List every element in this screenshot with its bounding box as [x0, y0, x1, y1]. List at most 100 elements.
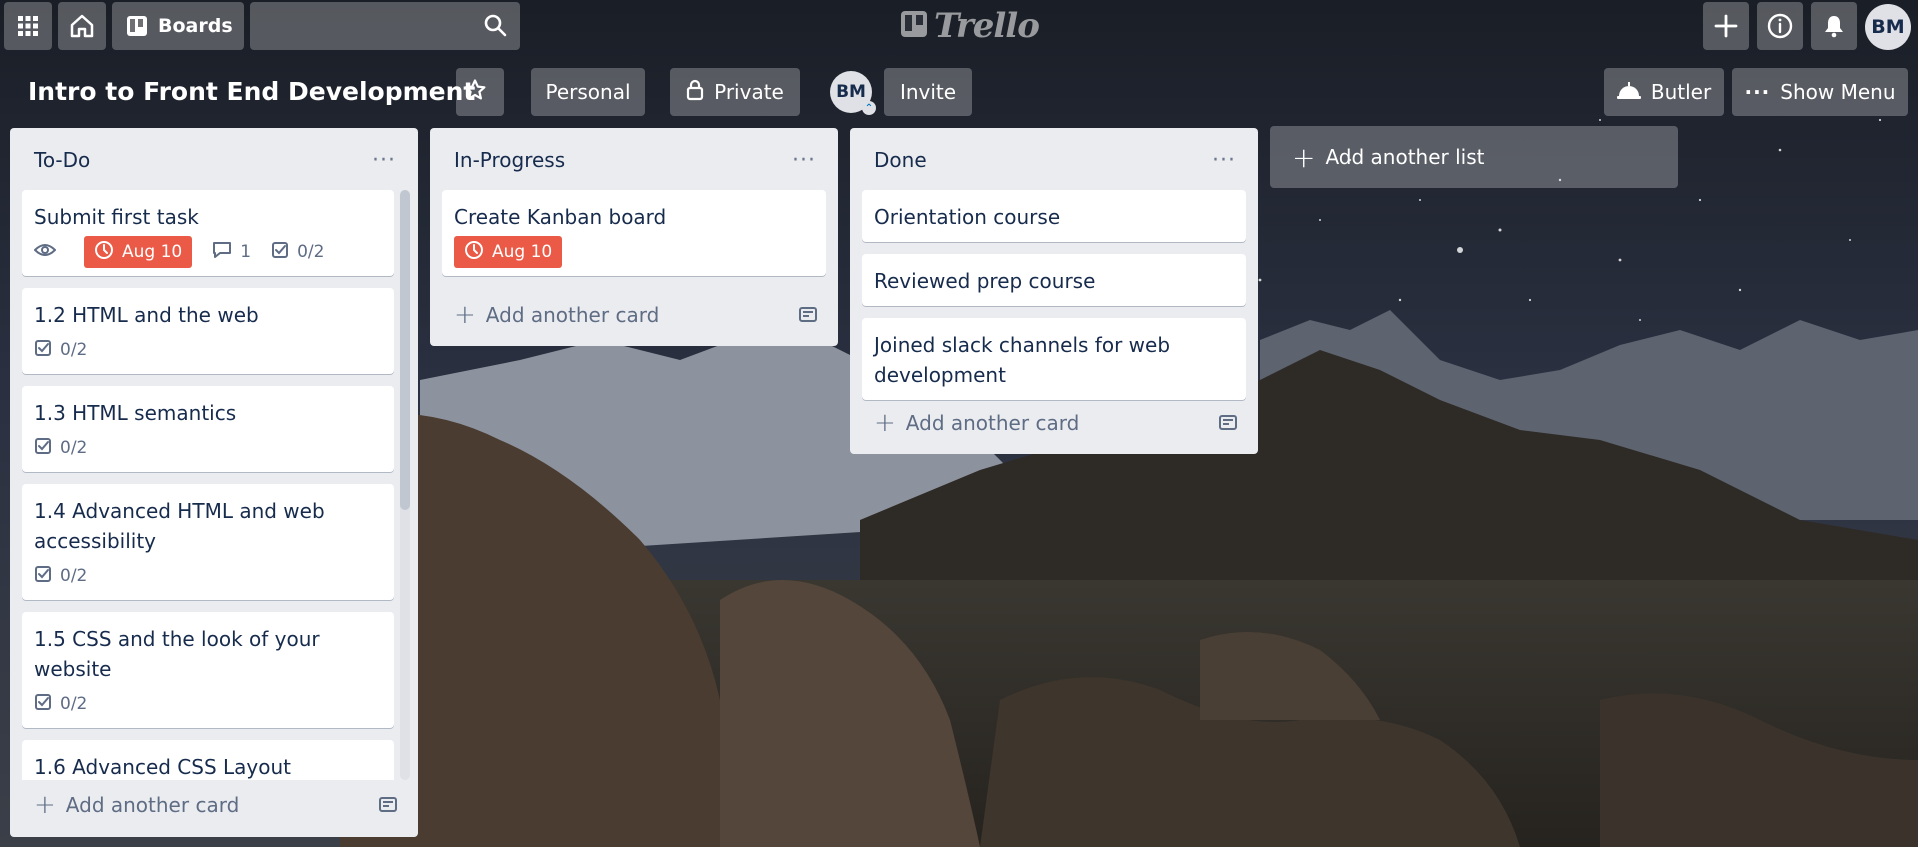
card[interactable]: Reviewed prep course: [862, 254, 1246, 306]
list-in-progress: In-Progress ··· Create Kanban board Aug …: [430, 128, 838, 346]
add-card-label: Add another card: [485, 303, 660, 327]
home-icon: [69, 13, 95, 39]
card-badges: 0/2: [34, 560, 382, 592]
admin-chevron-icon: ⌃: [862, 101, 876, 115]
boards-label: Boards: [158, 15, 233, 37]
trello-logo[interactable]: Trello: [900, 6, 1040, 46]
card[interactable]: 1.2 HTML and the web 0/2: [22, 288, 394, 374]
user-avatar[interactable]: BM: [1865, 4, 1911, 50]
card-title: Joined slack channels for web developmen…: [874, 333, 1171, 387]
bell-icon: [1822, 14, 1846, 38]
card-badges: 0/2: [34, 432, 382, 464]
top-nav-bar: Boards Trello BM: [0, 0, 1918, 52]
butler-icon: [1616, 80, 1651, 105]
list-title[interactable]: To-Do: [34, 148, 90, 172]
add-card-button[interactable]: + Add another card: [862, 402, 1246, 444]
due-date-badge[interactable]: Aug 10: [84, 236, 193, 268]
board-member-avatar[interactable]: BM ⌃: [830, 71, 876, 115]
card[interactable]: 1.3 HTML semantics 0/2: [22, 386, 394, 472]
comment-icon: [212, 241, 240, 264]
home-button[interactable]: [58, 2, 106, 50]
card[interactable]: Submit first task Aug 10 1 0/2: [22, 190, 394, 276]
apps-grid-button[interactable]: [4, 2, 52, 50]
boards-button[interactable]: Boards: [112, 2, 244, 50]
list-title[interactable]: Done: [874, 148, 927, 172]
card-template-icon[interactable]: [798, 304, 818, 329]
scrollbar-thumb[interactable]: [400, 190, 410, 510]
boards-icon: [126, 15, 148, 37]
list-todo: To-Do ··· Submit first task Aug 10 1 0/2…: [10, 128, 418, 837]
add-list-button[interactable]: + Add another list: [1270, 126, 1678, 188]
comments-badge: 1: [212, 241, 251, 264]
privacy-label: Private: [714, 80, 784, 104]
privacy-button[interactable]: Private: [670, 68, 800, 116]
card-badges: 0/2: [34, 688, 382, 720]
board-title[interactable]: Intro to Front End Development: [28, 77, 475, 106]
card[interactable]: Create Kanban board Aug 10: [442, 190, 826, 276]
list-header: In-Progress ···: [430, 128, 838, 190]
card-template-icon[interactable]: [1218, 412, 1238, 437]
card[interactable]: Joined slack channels for web developmen…: [862, 318, 1246, 400]
dots-icon: ···: [792, 147, 816, 173]
watching-badge: [33, 242, 64, 263]
card-title: Submit first task: [34, 205, 199, 229]
card-title: 1.6 Advanced CSS Layout: [34, 755, 292, 779]
due-date-badge[interactable]: Aug 10: [454, 236, 563, 268]
list-menu-button[interactable]: ···: [1208, 144, 1240, 176]
add-card-button[interactable]: + Add another card: [22, 784, 406, 826]
list-header: Done ···: [850, 128, 1258, 190]
checklist-count: 0/2: [60, 566, 88, 586]
card-template-icon[interactable]: [378, 794, 398, 819]
apps-grid-icon: [17, 15, 39, 37]
checklist-count: 0/2: [60, 438, 88, 458]
star-board-button[interactable]: [456, 68, 504, 116]
add-card-button[interactable]: + Add another card: [442, 294, 826, 336]
checklist-icon: [34, 693, 60, 716]
butler-button[interactable]: Butler: [1604, 68, 1724, 116]
plus-icon: +: [874, 408, 896, 438]
checklist-count: 0/2: [60, 340, 88, 360]
plus-icon: +: [1292, 140, 1316, 174]
checklist-count: 0/2: [297, 242, 325, 262]
add-list-label: Add another list: [1325, 145, 1485, 169]
card[interactable]: 1.5 CSS and the look of your website 0/2: [22, 612, 394, 728]
list-title[interactable]: In-Progress: [454, 148, 565, 172]
card-title: 1.5 CSS and the look of your website: [34, 627, 320, 681]
card-title: Orientation course: [874, 205, 1061, 229]
search-button[interactable]: [480, 12, 510, 42]
lock-icon: [686, 79, 714, 106]
add-card-label: Add another card: [65, 793, 240, 817]
card-list: Orientation course Reviewed prep course …: [850, 190, 1258, 400]
search-icon: [483, 13, 507, 41]
due-date-text: Aug 10: [122, 242, 183, 262]
card-badges: Aug 10 1 0/2: [33, 236, 382, 268]
team-visibility-button[interactable]: Personal: [531, 68, 645, 116]
plus-icon: +: [454, 300, 476, 330]
card-badges: 0/2: [34, 334, 382, 366]
checklist-count: 0/2: [60, 694, 88, 714]
info-button[interactable]: [1757, 2, 1803, 50]
card[interactable]: 1.6 Advanced CSS Layout: [22, 740, 394, 780]
dots-icon: ···: [372, 147, 396, 173]
board-header: Intro to Front End Development Personal …: [0, 60, 1918, 126]
checklist-icon: [34, 437, 60, 460]
checklist-badge: 0/2: [34, 693, 87, 716]
card[interactable]: Orientation course: [862, 190, 1246, 242]
card[interactable]: 1.4 Advanced HTML and web accessibility …: [22, 484, 394, 600]
add-card-label: Add another card: [905, 411, 1080, 435]
card-title: 1.3 HTML semantics: [34, 401, 237, 425]
create-button[interactable]: [1703, 2, 1749, 50]
checklist-icon: [271, 241, 297, 264]
invite-button[interactable]: Invite: [884, 68, 972, 116]
list-scrollbar[interactable]: [400, 190, 410, 780]
checklist-badge: 0/2: [34, 437, 87, 460]
plus-icon: +: [34, 790, 56, 820]
butler-label: Butler: [1650, 80, 1712, 104]
comment-count: 1: [240, 242, 252, 262]
checklist-badge: 0/2: [271, 241, 324, 264]
show-menu-button[interactable]: ··· Show Menu: [1732, 68, 1908, 116]
list-menu-button[interactable]: ···: [368, 144, 400, 176]
list-menu-button[interactable]: ···: [788, 144, 820, 176]
card-title: 1.2 HTML and the web: [34, 303, 259, 327]
notifications-button[interactable]: [1811, 2, 1857, 50]
